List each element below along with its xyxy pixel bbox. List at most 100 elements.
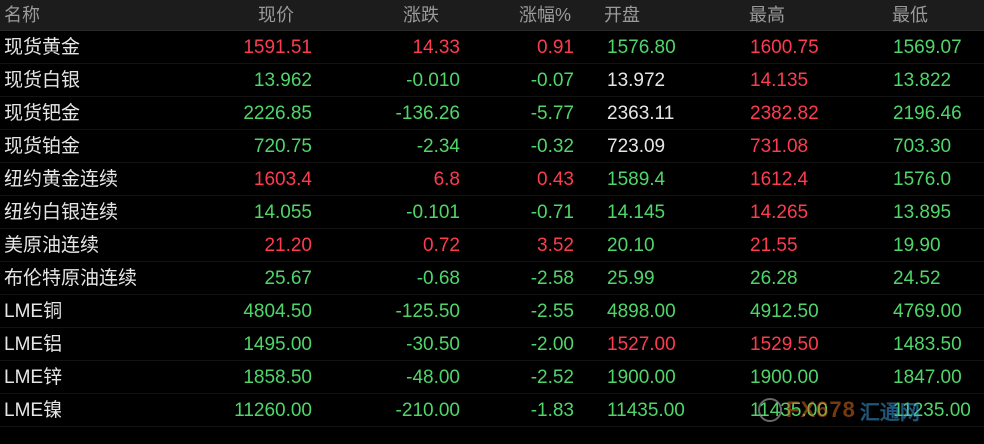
cell-price: 1603.4 (253, 169, 312, 190)
cell-change: 6.8 (433, 169, 460, 190)
cell-change: -136.26 (395, 103, 460, 124)
cell-open: 2363.11 (607, 103, 675, 124)
cell-change-pct: -0.32 (530, 136, 574, 157)
cell-open: 20.10 (607, 235, 655, 256)
cell-change: -210.00 (395, 400, 460, 421)
header-change-pct[interactable]: 涨幅% (519, 0, 571, 30)
cell-change: 0.72 (423, 235, 460, 256)
cell-change-pct: 3.52 (537, 235, 574, 256)
cell-open: 1527.00 (607, 334, 676, 355)
instrument-name: LME铜 (4, 301, 63, 322)
header-low[interactable]: 最低 (892, 0, 928, 30)
cell-open: 13.972 (607, 70, 666, 91)
instrument-name: 美原油连续 (4, 235, 100, 256)
cell-change: -0.101 (406, 202, 460, 223)
table-header: 名称 现价 涨跌 涨幅% 开盘 最高 最低 (0, 0, 984, 31)
table-row[interactable]: 布伦特原油连续 25.67 -0.68 -2.58 25.99 26.28 24.52 (0, 262, 984, 295)
instrument-name: 布伦特原油连续 (4, 268, 138, 289)
instrument-name: 纽约黄金连续 (4, 169, 119, 190)
cell-low: 2196.46 (893, 103, 962, 124)
instrument-name: LME镍 (4, 400, 63, 421)
cell-change: 14.33 (412, 37, 460, 58)
cell-open: 14.145 (607, 202, 666, 223)
cell-change-pct: -2.52 (530, 367, 574, 388)
cell-high: 1612.4 (750, 169, 809, 190)
cell-change: -30.50 (406, 334, 460, 355)
header-price[interactable]: 现价 (258, 0, 294, 30)
instrument-name: 现货白银 (4, 70, 81, 91)
instrument-name: LME铝 (4, 334, 63, 355)
cell-change: -0.68 (416, 268, 460, 289)
header-name[interactable]: 名称 (4, 0, 40, 30)
cell-high: 14.265 (750, 202, 809, 223)
table-row[interactable]: 现货白银 13.962 -0.010 -0.07 13.972 14.135 13.822 (0, 64, 984, 97)
instrument-name: LME锌 (4, 367, 63, 388)
table-row[interactable]: 美原油连续 21.20 0.72 3.52 20.10 21.55 19.90 (0, 229, 984, 262)
cell-price: 1495.00 (243, 334, 312, 355)
cell-high: 1529.50 (750, 334, 819, 355)
cell-high: 21.55 (750, 235, 798, 256)
cell-change-pct: -0.07 (530, 70, 574, 91)
cell-open: 11435.00 (607, 400, 685, 421)
cell-change-pct: -2.55 (530, 301, 574, 322)
cell-low: 1576.0 (893, 169, 952, 190)
cell-open: 1589.4 (607, 169, 666, 190)
cell-price: 4804.50 (243, 301, 312, 322)
table-row[interactable]: LME镍 11260.00 -210.00 -1.83 11435.00 11435.00… (0, 394, 984, 427)
header-change[interactable]: 涨跌 (403, 0, 439, 30)
cell-low: 24.52 (893, 268, 941, 289)
header-high[interactable]: 最高 (749, 0, 785, 30)
cell-low: 703.30 (893, 136, 952, 157)
table-row[interactable]: LME铝 1495.00 -30.50 -2.00 1527.00 1529.50 1483… (0, 328, 984, 361)
cell-high: 11435.00 (750, 400, 828, 421)
cell-change: -125.50 (395, 301, 460, 322)
cell-price: 11260.00 (234, 400, 312, 421)
cell-change-pct: -2.58 (530, 268, 574, 289)
cell-low: 1847.00 (893, 367, 962, 388)
instrument-name: 纽约白银连续 (4, 202, 119, 223)
cell-open: 723.09 (607, 136, 666, 157)
cell-open: 4898.00 (607, 301, 676, 322)
cell-low: 4769.00 (893, 301, 962, 322)
cell-low: 13.822 (893, 70, 952, 91)
table-row[interactable]: LME铜 4804.50 -125.50 -2.55 4898.00 4912.50 476… (0, 295, 984, 328)
cell-change-pct: 0.43 (537, 169, 574, 190)
cell-low: 1483.50 (893, 334, 962, 355)
table-row[interactable]: 现货铂金 720.75 -2.34 -0.32 723.09 731.08 703.30 (0, 130, 984, 163)
cell-low: 13.895 (893, 202, 952, 223)
cell-price: 13.962 (253, 70, 312, 91)
cell-price: 21.20 (264, 235, 312, 256)
cell-high: 4912.50 (750, 301, 819, 322)
quote-rows: 现货黄金 1591.51 14.33 0.91 1576.80 1600.75 1569.0… (0, 31, 984, 427)
cell-change-pct: -2.00 (530, 334, 574, 355)
cell-open: 25.99 (607, 268, 655, 289)
instrument-name: 现货黄金 (4, 37, 81, 58)
cell-low: 19.90 (893, 235, 941, 256)
cell-change-pct: -0.71 (530, 202, 574, 223)
cell-high: 14.135 (750, 70, 809, 91)
table-row[interactable]: 现货钯金 2226.85 -136.26 -5.77 2363.11 2382.82 219… (0, 97, 984, 130)
cell-price: 14.055 (253, 202, 312, 223)
cell-change-pct: 0.91 (537, 37, 574, 58)
cell-open: 1900.00 (607, 367, 676, 388)
instrument-name: 现货铂金 (4, 136, 81, 157)
cell-change: -0.010 (406, 70, 460, 91)
cell-high: 1600.75 (750, 37, 819, 58)
table-row[interactable]: 现货黄金 1591.51 14.33 0.91 1576.80 1600.75 1569.0… (0, 31, 984, 64)
cell-price: 2226.85 (243, 103, 312, 124)
cell-change-pct: -1.83 (530, 400, 574, 421)
cell-change: -48.00 (406, 367, 460, 388)
table-row[interactable]: 纽约黄金连续 1603.4 6.8 0.43 1589.4 1612.4 1576.0 (0, 163, 984, 196)
cell-price: 1858.50 (243, 367, 312, 388)
cell-open: 1576.80 (607, 37, 676, 58)
instrument-name: 现货钯金 (4, 103, 81, 124)
cell-low: 11235.00 (893, 400, 971, 421)
cell-high: 731.08 (750, 136, 809, 157)
cell-high: 26.28 (750, 268, 798, 289)
cell-high: 1900.00 (750, 367, 819, 388)
table-row[interactable]: 纽约白银连续 14.055 -0.101 -0.71 14.145 14.265 13.89… (0, 196, 984, 229)
header-open[interactable]: 开盘 (604, 0, 640, 30)
table-row[interactable]: LME锌 1858.50 -48.00 -2.52 1900.00 1900.00 1847… (0, 361, 984, 394)
cell-change: -2.34 (416, 136, 460, 157)
cell-price: 25.67 (264, 268, 312, 289)
